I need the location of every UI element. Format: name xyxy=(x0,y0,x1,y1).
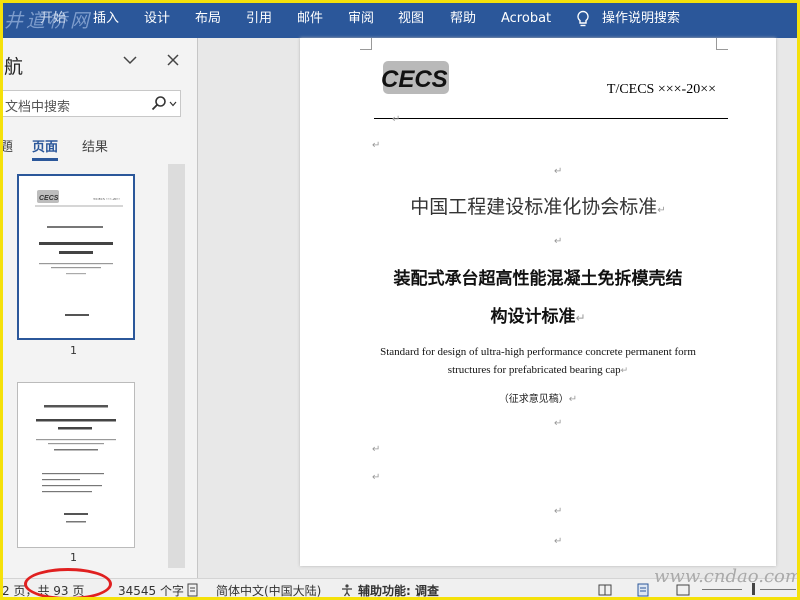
thumb-logo-text: CECS xyxy=(39,195,59,202)
close-icon[interactable] xyxy=(165,52,181,68)
logo-text: CECS xyxy=(381,66,448,93)
document-canvas[interactable]: CECS T/CECS ×××-20×× ↵ ↵ ↵ 中国工程建设标准化协会标准… xyxy=(198,38,800,578)
tab-layout[interactable]: 布局 xyxy=(195,11,221,27)
paragraph-mark: ↵ xyxy=(372,472,381,483)
crop-mark xyxy=(360,38,372,50)
page-thumbnail-1-preview: CECS T/CECS ×××-20×× xyxy=(35,190,123,316)
zoom-slider-track[interactable] xyxy=(702,589,742,590)
zoom-slider-track-right[interactable] xyxy=(760,589,796,590)
paragraph-mark: ↵ xyxy=(554,536,563,547)
tab-mailings[interactable]: 邮件 xyxy=(297,11,323,27)
tab-design[interactable]: 设计 xyxy=(144,11,170,27)
paragraph-mark: ↵ xyxy=(554,418,563,429)
page-thumbnail-1[interactable]: CECS T/CECS ×××-20×× xyxy=(17,174,135,340)
language-status[interactable]: 简体中文(中国大陆) xyxy=(216,582,321,599)
chevron-down-icon[interactable] xyxy=(122,54,138,66)
document-page[interactable]: CECS T/CECS ×××-20×× ↵ ↵ ↵ 中国工程建设标准化协会标准… xyxy=(300,38,776,566)
lightbulb-icon[interactable] xyxy=(574,10,592,28)
page-thumbnail-list: CECS T/CECS ×××-20×× 1 1 xyxy=(0,164,185,570)
draft-label-row: （征求意见稿）↵ xyxy=(300,390,776,405)
paragraph-mark: ↵ xyxy=(392,114,401,125)
english-title-line1: Standard for design of ultra-high perfor… xyxy=(380,346,696,358)
paragraph-mark: ↵ xyxy=(657,205,666,216)
word-count-status[interactable]: 34545 个字 xyxy=(118,582,184,599)
tab-insert[interactable]: 插入 xyxy=(93,11,119,27)
active-tab-indicator xyxy=(32,158,58,161)
print-layout-icon[interactable] xyxy=(636,583,650,597)
paragraph-mark: ↵ xyxy=(620,365,629,375)
draft-label: （征求意见稿） xyxy=(498,394,569,405)
association-heading: 中国工程建设标准化协会标准↵ xyxy=(300,192,776,219)
standard-code: T/CECS ×××-20×× xyxy=(606,82,716,97)
crop-mark xyxy=(716,38,728,50)
paragraph-mark: ↵ xyxy=(554,236,563,247)
proofing-icon[interactable] xyxy=(186,583,200,597)
document-title-line2-row: 构设计标准↵ xyxy=(300,302,776,327)
page-thumbnail-2-preview xyxy=(36,405,116,523)
english-title-line2: structures for prefabricated bearing cap xyxy=(447,364,621,376)
search-options-dropdown-icon[interactable] xyxy=(169,101,177,107)
paragraph-mark: ↵ xyxy=(372,140,381,151)
tab-headings[interactable]: 題 xyxy=(0,136,13,155)
read-mode-icon[interactable] xyxy=(598,583,612,597)
accessibility-icon[interactable] xyxy=(340,583,354,597)
nav-search-placeholder: 文档中搜索 xyxy=(5,100,71,115)
cecs-logo: CECS xyxy=(381,61,449,94)
tab-references[interactable]: 引用 xyxy=(246,11,272,27)
thumb-code-text: T/CECS ×××-20×× xyxy=(93,197,120,201)
search-icon[interactable] xyxy=(151,95,167,111)
navigation-pane-title: 航 xyxy=(4,56,24,78)
paragraph-mark: ↵ xyxy=(554,166,563,177)
tab-home[interactable]: 开始 xyxy=(40,11,66,27)
ribbon-tab-bar: 井道桥网 开始 插入 设计 布局 引用 邮件 审阅 视图 帮助 Acrobat … xyxy=(0,0,800,38)
tab-view[interactable]: 视图 xyxy=(398,11,424,27)
page-thumbnail-1-number: 1 xyxy=(70,344,77,357)
accessibility-status[interactable]: 辅助功能: 调查 xyxy=(358,582,439,599)
thumbnail-scrollbar[interactable] xyxy=(168,164,185,568)
tab-results[interactable]: 结果 xyxy=(82,136,108,155)
document-title-line1: 装配式承台超高性能混凝土免拆模壳结 xyxy=(393,269,683,289)
paragraph-mark: ↵ xyxy=(568,394,578,405)
page-thumbnail-2-number: 1 xyxy=(70,551,77,564)
nav-search-input[interactable]: 文档中搜索 xyxy=(0,90,181,117)
paragraph-mark: ↵ xyxy=(575,311,586,325)
english-title-line2-row: structures for prefabricated bearing cap… xyxy=(300,361,776,379)
navigation-pane: 航 文档中搜索 題 页面 结果 CECS T/CECS ×××-20×× 1 1 xyxy=(0,38,197,578)
tab-pages[interactable]: 页面 xyxy=(32,136,58,155)
association-text: 中国工程建设标准化协会标准 xyxy=(410,196,658,218)
tab-help[interactable]: 帮助 xyxy=(450,11,476,27)
paragraph-mark: ↵ xyxy=(554,506,563,517)
site-watermark: www.cndao.com xyxy=(654,566,800,587)
paragraph-mark: ↵ xyxy=(372,444,381,455)
header-rule xyxy=(374,118,728,119)
document-title-line2: 构设计标准 xyxy=(490,307,576,327)
tab-acrobat[interactable]: Acrobat xyxy=(501,11,551,27)
page-thumbnail-2[interactable] xyxy=(17,382,135,548)
highlight-circle-annotation xyxy=(24,568,112,600)
tell-me-search[interactable]: 操作说明搜索 xyxy=(602,11,680,27)
tab-review[interactable]: 审阅 xyxy=(348,11,374,27)
